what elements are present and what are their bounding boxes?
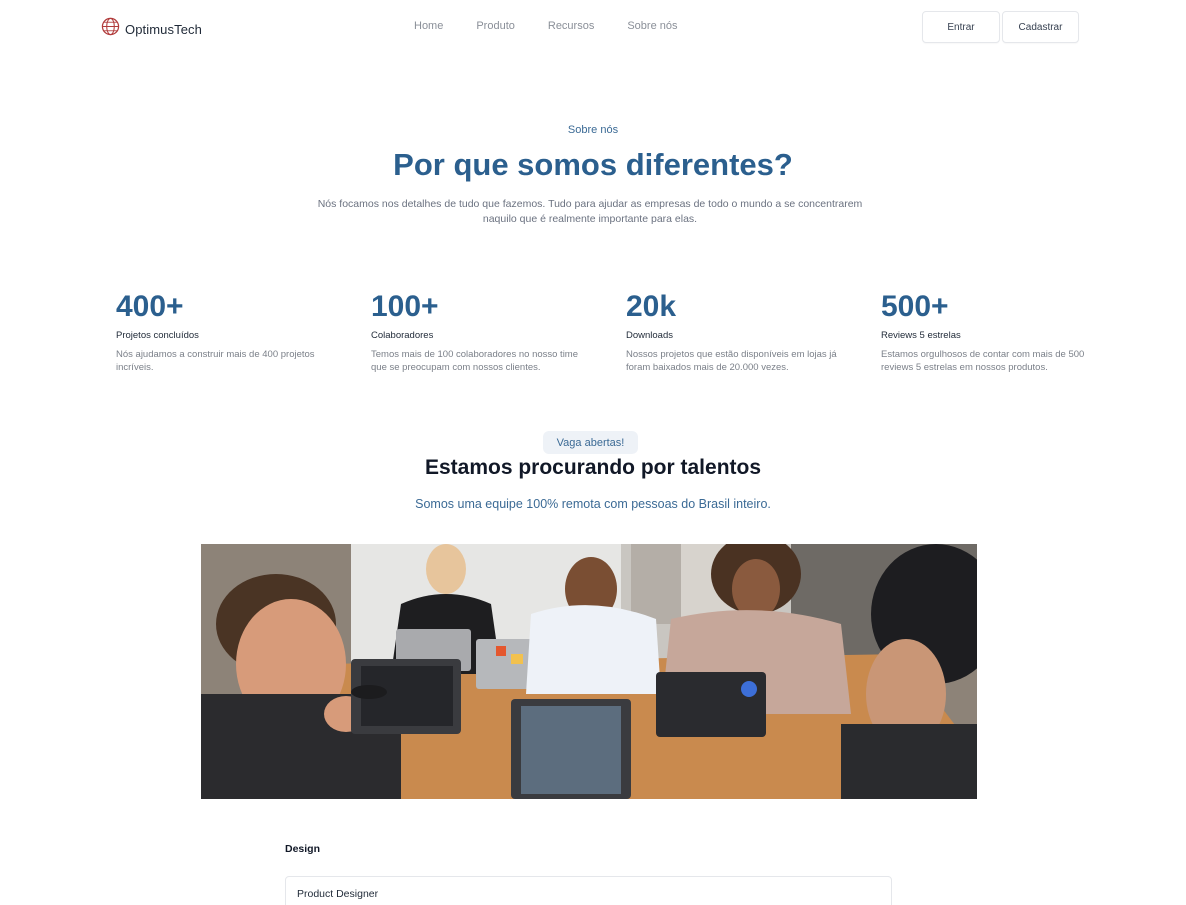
navbar: OptimusTech Home Produto Recursos Sobre … [0, 0, 1186, 56]
stat-description-line: Nós ajudamos a construir mais de 400 pro… [116, 349, 315, 360]
stat-description: Temos mais de 100 colaboradores no nosso… [371, 348, 591, 374]
nav-link-sobre-nos[interactable]: Sobre nós [627, 20, 677, 32]
nav-link-recursos[interactable]: Recursos [548, 20, 594, 32]
stat-description: Nossos projetos que estão disponíveis em… [626, 348, 846, 374]
main-nav: Home Produto Recursos Sobre nós [414, 20, 711, 32]
nav-link-home[interactable]: Home [414, 20, 443, 32]
job-category-title: Design [285, 843, 321, 855]
globe-icon [101, 17, 120, 41]
job-card[interactable]: Product Designer [285, 876, 892, 905]
stat-label: Projetos concluídos [116, 330, 199, 341]
hero-subtitle: Nós focamos nos detalhes de tudo que faz… [300, 197, 880, 227]
stat-description-line: Estamos orgulhosos de contar com mais de… [881, 349, 1085, 360]
stat-description: Estamos orgulhosos de contar com mais de… [881, 348, 1101, 374]
stat-projects: 400+ Projetos concluídos Nós ajudamos a … [116, 290, 346, 374]
stat-description-line: Temos mais de 100 colaboradores no nosso… [371, 349, 579, 360]
stat-value: 500+ [881, 290, 949, 323]
stat-downloads: 20k Downloads Nossos projetos que estão … [626, 290, 856, 374]
stat-description-line: Nossos projetos que estão disponíveis em… [626, 349, 837, 360]
signup-button[interactable]: Cadastrar [1002, 11, 1079, 43]
login-button[interactable]: Entrar [922, 11, 1000, 43]
stat-label: Downloads [626, 330, 673, 341]
brand-logo[interactable]: OptimusTech [101, 17, 202, 41]
stat-description-line: foram baixados mais de 20.000 vezes. [626, 362, 789, 373]
page-title: Por que somos diferentes? [393, 147, 793, 182]
stat-value: 100+ [371, 290, 439, 323]
job-title: Product Designer [297, 888, 379, 900]
careers-subtitle: Somos uma equipe 100% remota com pessoas… [415, 497, 771, 511]
stat-description: Nós ajudamos a construir mais de 400 pro… [116, 348, 336, 374]
stat-description-line: incríveis. [116, 362, 154, 373]
openings-badge: Vaga abertas! [543, 431, 638, 454]
careers-title: Estamos procurando por talentos [424, 456, 762, 479]
brand-name: OptimusTech [125, 21, 202, 37]
stat-label: Colaboradores [371, 330, 434, 341]
stat-description-line: reviews 5 estrelas em nossos produtos. [881, 362, 1048, 373]
hero-subtitle-line: Nós focamos nos detalhes de tudo que faz… [317, 198, 863, 210]
stat-label: Reviews 5 estrelas [881, 330, 961, 341]
hero-subtitle-line: naquilo que é realmente importante para … [482, 213, 698, 225]
stat-value: 20k [626, 290, 677, 323]
stat-description-line: que se preocupam com nossos clientes. [371, 362, 541, 373]
section-eyebrow: Sobre nós [567, 124, 619, 136]
stat-collaborators: 100+ Colaboradores Temos mais de 100 col… [371, 290, 601, 374]
team-photo [201, 544, 977, 799]
nav-link-produto[interactable]: Produto [476, 20, 515, 32]
stat-reviews: 500+ Reviews 5 estrelas Estamos orgulhos… [881, 290, 1111, 374]
stat-value: 400+ [116, 290, 184, 323]
